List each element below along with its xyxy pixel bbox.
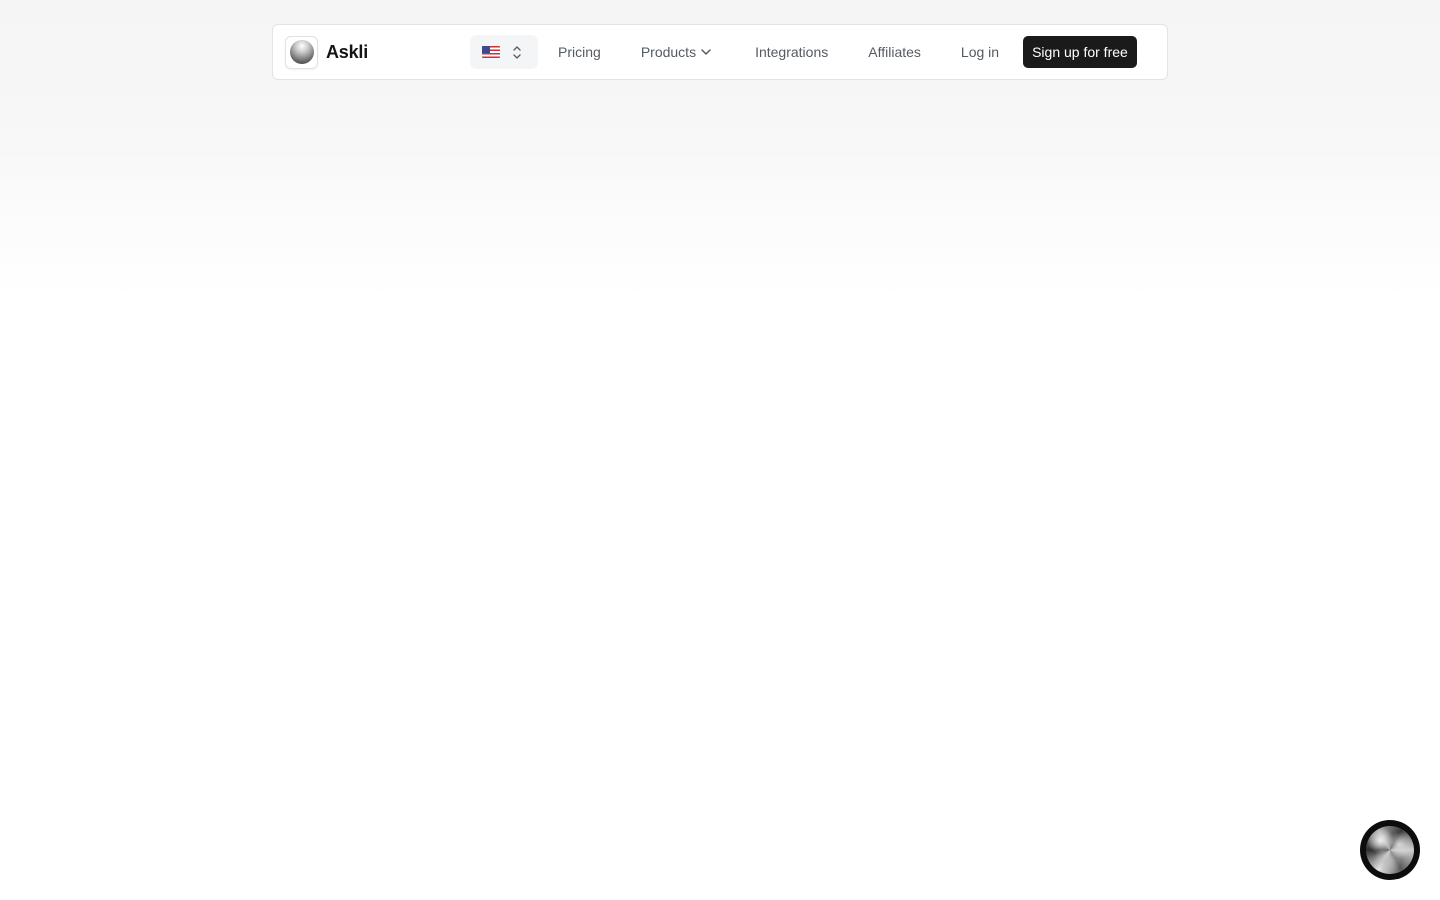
chat-orb-icon — [1366, 826, 1414, 874]
nav-products-label: Products — [640, 44, 697, 60]
nav-links: Pricing Products Integrations Affiliates… — [558, 36, 1137, 68]
brand-name: Askli — [326, 41, 369, 62]
chevron-up-down-icon — [513, 45, 521, 59]
sphere-logo-icon — [289, 40, 314, 64]
logo-box — [285, 35, 318, 69]
chevron-down-icon — [700, 48, 712, 56]
nav-products-dropdown[interactable]: Products — [641, 44, 712, 60]
top-navbar: Askli Pricing Products Integrations Affi… — [272, 24, 1168, 80]
login-link[interactable]: Log in — [961, 44, 999, 60]
nav-pricing-link[interactable]: Pricing — [558, 44, 601, 60]
brand-home-link[interactable]: Askli — [285, 35, 369, 69]
nav-affiliates-link[interactable]: Affiliates — [868, 44, 921, 60]
language-selector[interactable] — [470, 35, 539, 69]
nav-integrations-link[interactable]: Integrations — [755, 44, 828, 60]
us-flag-icon — [482, 46, 501, 58]
chat-widget-button[interactable] — [1360, 820, 1420, 880]
signup-button[interactable]: Sign up for free — [1023, 36, 1137, 68]
